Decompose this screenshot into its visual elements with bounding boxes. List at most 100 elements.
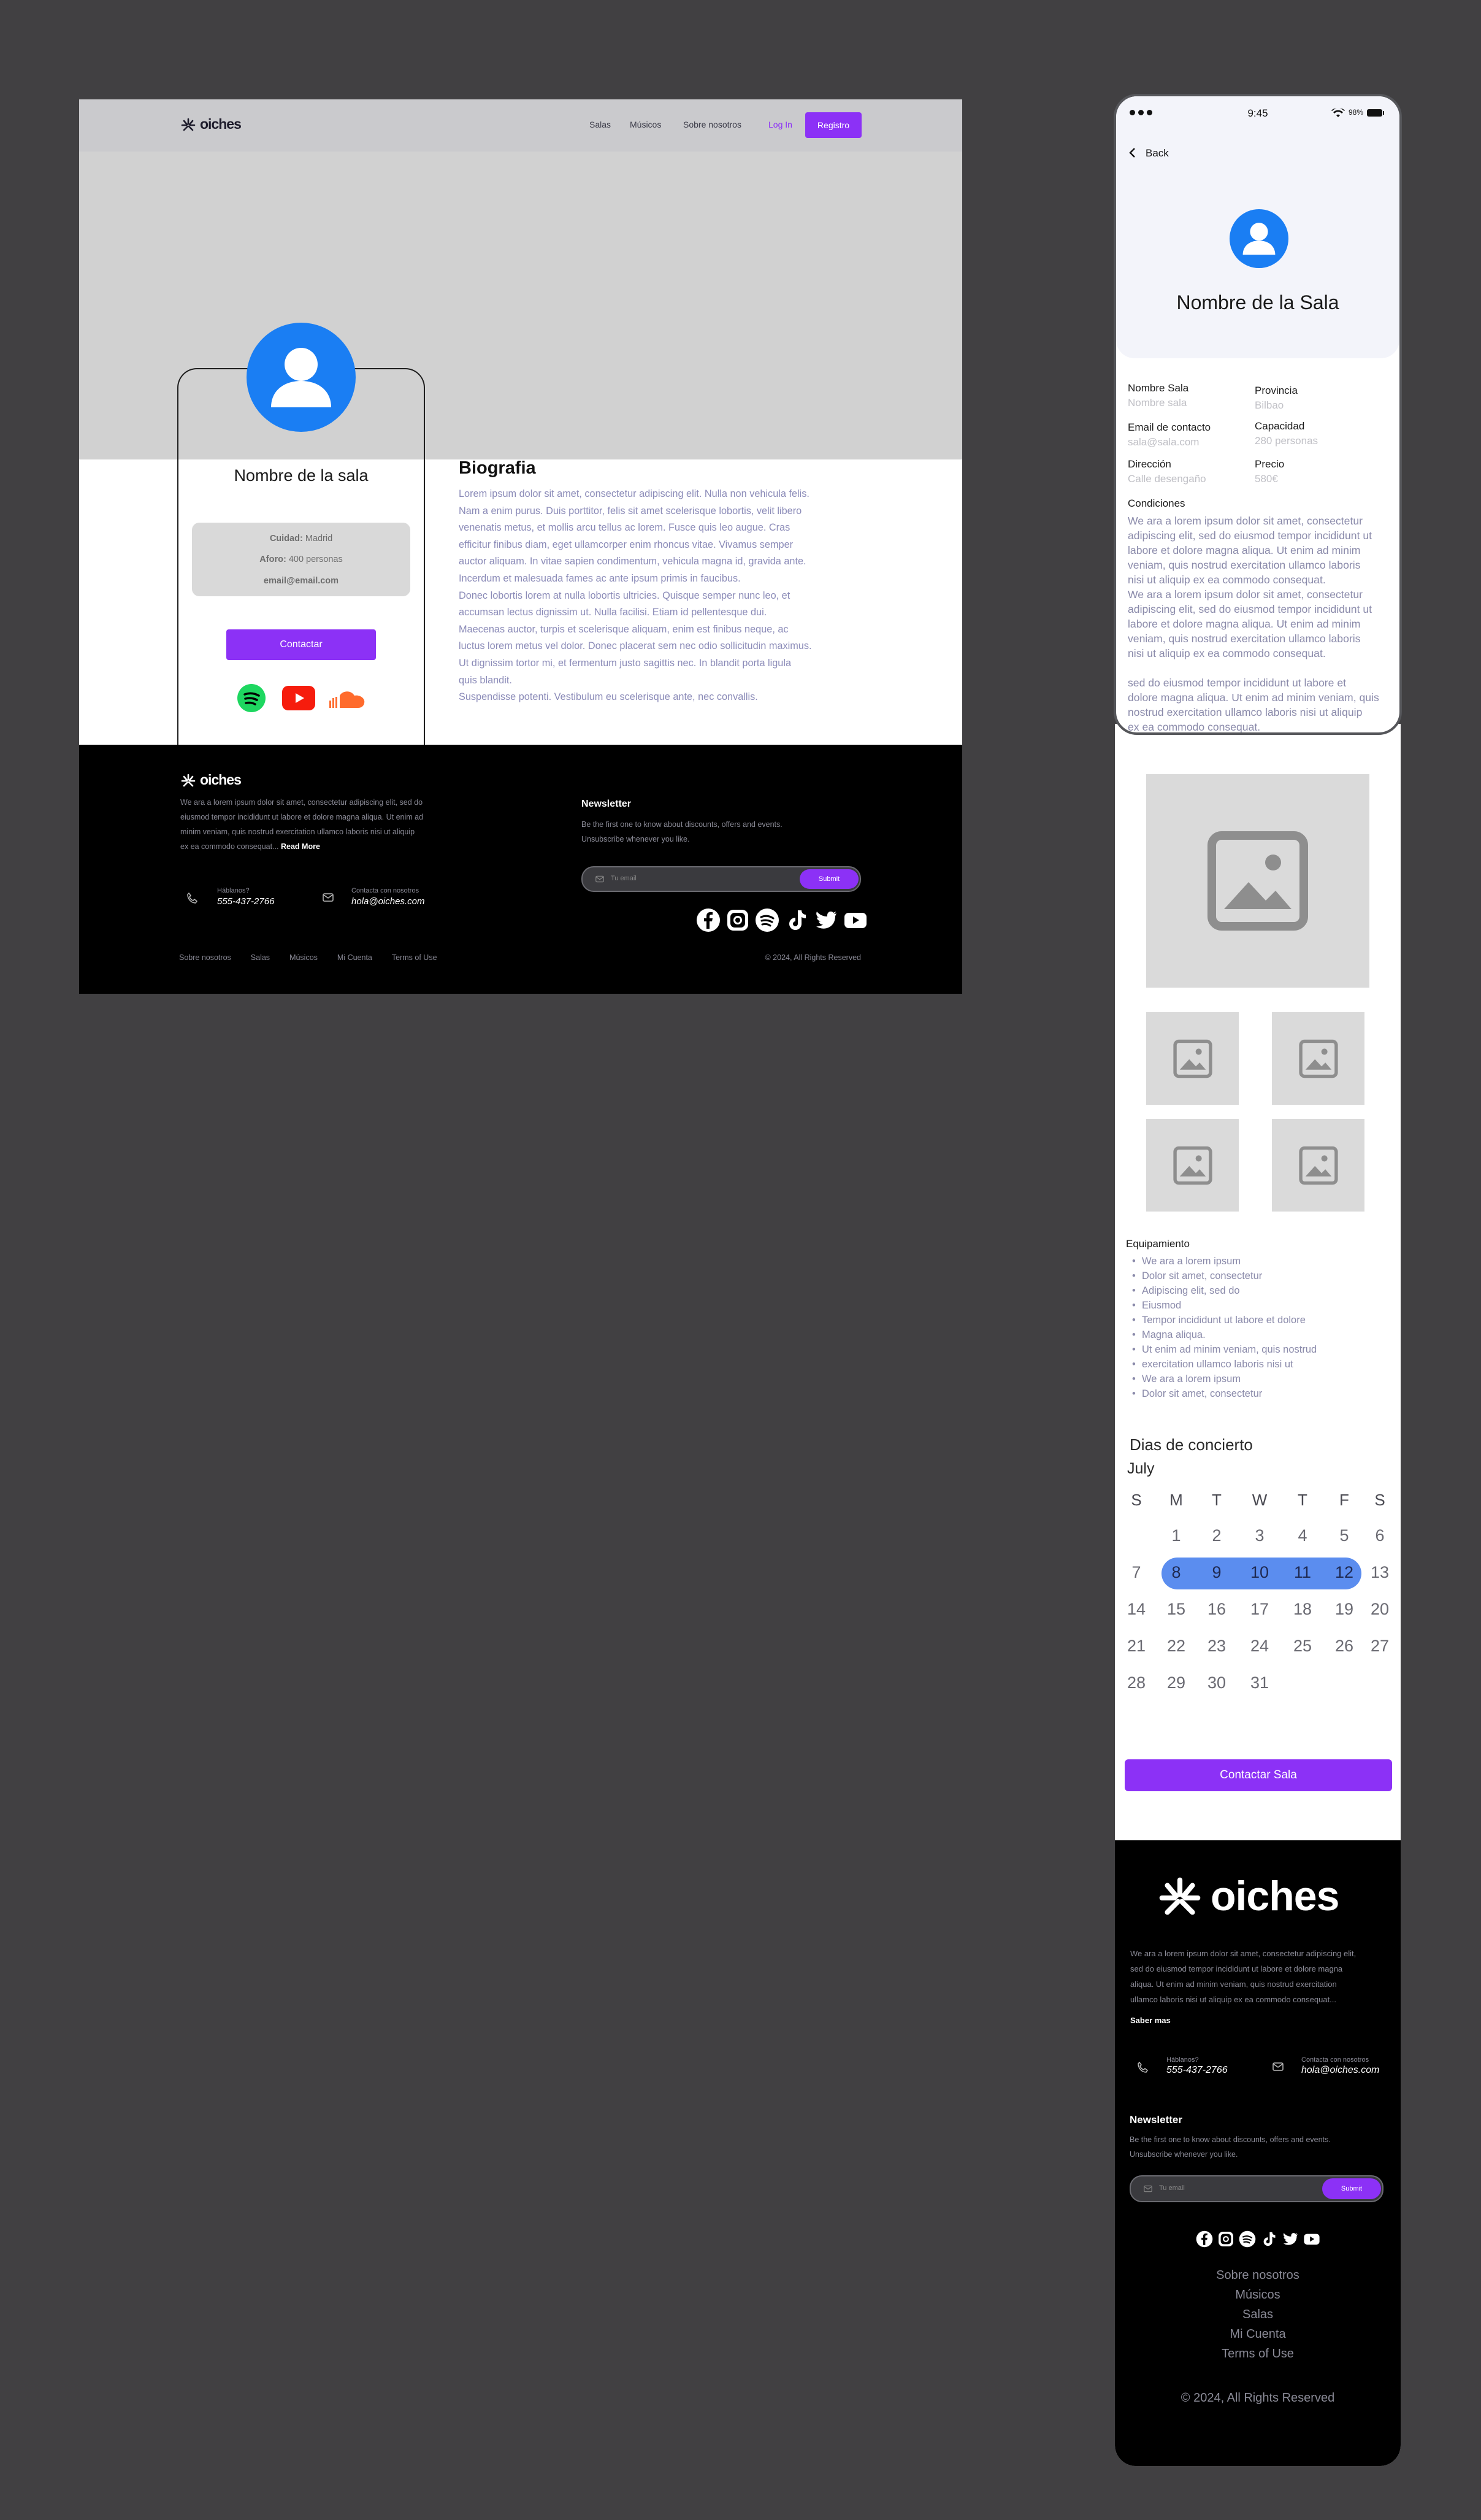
spotify-icon[interactable] [755,908,779,932]
calendar-day[interactable]: 28 [1121,1673,1152,1692]
footer-link-terms[interactable]: Terms of Use [392,953,437,962]
footer-link-salas[interactable]: Salas [1115,2308,1401,2322]
footer-email[interactable]: hola@oiches.com [351,896,424,907]
gallery-thumb[interactable] [1272,1012,1364,1105]
venue-avatar [247,323,356,432]
footer-email[interactable]: hola@oiches.com [1301,2065,1379,2076]
facebook-icon[interactable] [696,908,721,932]
calendar-day-selected[interactable]: 8 [1161,1563,1192,1582]
calendar-weekday: S [1131,1491,1142,1509]
calendar-day[interactable]: 7 [1121,1563,1152,1582]
calendar-day[interactable]: 13 [1364,1563,1395,1582]
calendar-day[interactable]: 24 [1244,1637,1275,1656]
desktop-page: oiches Salas Músicos Sobre nosotros Log … [79,99,962,994]
mobile-footer-brand-logo[interactable]: oiches [1157,1872,1339,1920]
calendar-day[interactable]: 21 [1121,1637,1152,1656]
field-address-value[interactable]: Calle desengaño [1128,473,1206,485]
facebook-icon[interactable] [1196,2230,1213,2248]
footer-link-sobre-nosotros[interactable]: Sobre nosotros [179,953,231,962]
instagram-icon[interactable] [725,908,750,932]
twitter-icon[interactable] [1282,2230,1299,2248]
tiktok-icon[interactable] [784,908,809,932]
calendar-day[interactable]: 15 [1161,1600,1192,1619]
gallery-thumb[interactable] [1272,1119,1364,1212]
chevron-left-icon[interactable] [1128,147,1136,158]
footer-link-musicos[interactable]: Músicos [1115,2288,1401,2302]
calendar-day[interactable]: 30 [1201,1673,1232,1692]
newsletter-submit-button[interactable]: Submit [1322,2178,1381,2199]
calendar-day[interactable]: 31 [1244,1673,1275,1692]
instagram-icon[interactable] [1217,2230,1234,2248]
register-button[interactable]: Registro [805,112,862,138]
soundcloud-link[interactable] [327,687,368,709]
field-province-value[interactable]: Bilbao [1255,399,1284,412]
spotify-link[interactable] [237,684,266,712]
bio-line: accumsan lectus dignissim ut. Nulla faci… [459,607,767,618]
footer-link-sobre-nosotros[interactable]: Sobre nosotros [1115,2268,1401,2283]
capacity-value: 400 personas [288,555,343,564]
footer-link-salas[interactable]: Salas [251,953,270,962]
calendar-day[interactable]: 16 [1201,1600,1232,1619]
field-email-label: Email de contacto [1128,421,1211,433]
calendar-day[interactable]: 27 [1364,1637,1395,1656]
footer-link-mi-cuenta[interactable]: Mi Cuenta [1115,2327,1401,2341]
calendar-day[interactable]: 3 [1244,1526,1275,1545]
footer-desc-line: ex ea commodo consequat... [180,842,279,851]
calendar-day[interactable]: 4 [1287,1526,1318,1545]
calendar-day[interactable]: 17 [1244,1600,1275,1619]
newsletter-submit-button[interactable]: Submit [800,869,859,889]
login-link[interactable]: Log In [768,120,792,129]
city-label: Cuidad: [269,534,303,544]
footer-brand-logo[interactable]: oiches [180,772,242,788]
calendar-day-selected[interactable]: 11 [1287,1563,1318,1582]
field-price-value[interactable]: 580€ [1255,473,1278,485]
contact-venue-button[interactable]: Contactar Sala [1125,1759,1392,1791]
gallery-thumb[interactable] [1146,1119,1239,1212]
calendar-day[interactable]: 19 [1329,1600,1360,1619]
youtube-icon[interactable] [843,908,868,932]
calendar-day[interactable]: 22 [1161,1637,1192,1656]
calendar-day[interactable]: 5 [1329,1526,1360,1545]
calendar-day[interactable]: 6 [1364,1526,1395,1545]
mobile-read-more-link[interactable]: Saber mas [1130,2016,1171,2025]
gallery-thumb[interactable] [1146,1012,1239,1105]
newsletter-email-input[interactable]: Tu email [611,875,637,882]
nav-link-salas[interactable]: Salas [589,120,611,129]
youtube-icon[interactable] [1303,2230,1320,2248]
calendar-day[interactable]: 1 [1161,1526,1192,1545]
nav-link-sobre-nosotros[interactable]: Sobre nosotros [683,120,741,129]
calendar-day[interactable]: 29 [1161,1673,1192,1692]
calendar-day-selected[interactable]: 9 [1201,1563,1232,1582]
gallery-main-image[interactable] [1146,774,1369,988]
nav-link-musicos[interactable]: Músicos [630,120,661,129]
field-name-value[interactable]: Nombre sala [1128,397,1187,409]
mobile-footer-description: We ara a lorem ipsum dolor sit amet, con… [1130,1946,1394,2007]
newsletter-email-input[interactable]: Tu email [1159,2184,1185,2192]
phone-number[interactable]: 555-437-2766 [1166,2065,1228,2076]
field-email-value[interactable]: sala@sala.com [1128,436,1199,448]
brand-logo[interactable]: oiches [180,116,242,133]
calendar-day[interactable]: 18 [1287,1600,1318,1619]
phone-number[interactable]: 555-437-2766 [217,896,274,907]
back-button[interactable]: Back [1146,147,1169,159]
calendar-day[interactable]: 2 [1201,1526,1232,1545]
footer-link-mi-cuenta[interactable]: Mi Cuenta [337,953,372,962]
footer-link-terms[interactable]: Terms of Use [1115,2347,1401,2361]
tiktok-icon[interactable] [1260,2230,1277,2248]
youtube-link[interactable] [282,686,315,710]
read-more-link[interactable]: Read More [281,842,320,851]
calendar-day[interactable]: 20 [1364,1600,1395,1619]
field-capacity-value[interactable]: 280 personas [1255,435,1318,447]
spotify-icon[interactable] [1239,2230,1256,2248]
calendar-day[interactable]: 23 [1201,1637,1232,1656]
calendar-day-selected[interactable]: 10 [1244,1563,1275,1582]
calendar-day[interactable]: 26 [1329,1637,1360,1656]
brand-name: oiches [200,772,242,788]
calendar-day[interactable]: 25 [1287,1637,1318,1656]
calendar-day-selected[interactable]: 12 [1329,1563,1360,1582]
contact-button[interactable]: Contactar [226,629,376,660]
footer-link-musicos[interactable]: Músicos [289,953,318,962]
venue-email[interactable]: email@email.com [192,576,410,586]
twitter-icon[interactable] [814,908,838,932]
calendar-day[interactable]: 14 [1121,1600,1152,1619]
